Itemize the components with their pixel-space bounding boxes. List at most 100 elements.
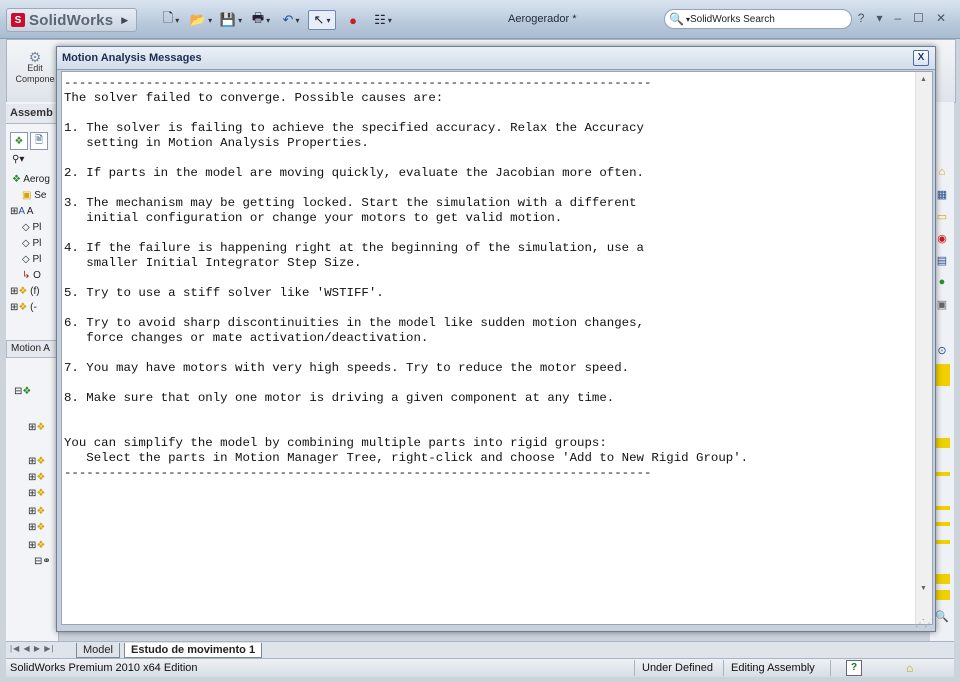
motion-tree-item[interactable]: ⊞❖ — [28, 488, 45, 499]
tree-item[interactable]: ↳ O — [22, 270, 41, 281]
tree-item-label: (- — [30, 302, 37, 313]
component-icon: ❖ — [36, 506, 46, 517]
timeline-marker — [936, 574, 950, 584]
annotations-icon: A — [18, 206, 25, 217]
library-icon[interactable]: ▦ — [934, 186, 950, 202]
status-separator — [634, 660, 635, 676]
minimize-button[interactable]: – — [894, 11, 901, 25]
tab-nav-arrows-icon[interactable]: |◀ ◀ ▶ ▶| — [10, 644, 54, 653]
tree-item-label: A — [26, 206, 34, 217]
scroll-down-icon[interactable]: ▼ — [920, 585, 927, 592]
dialog-title: Motion Analysis Messages — [62, 52, 202, 64]
help-button[interactable]: ? — [858, 11, 865, 25]
expand-icon[interactable]: ⊙ — [934, 342, 950, 358]
timeline-marker — [936, 506, 950, 510]
feature-manager-panel: Assemb ❖ 🗎 ⚲▾ ❖ Aerog ▣ Se ⊞A A ◇ Pl ◇ P… — [6, 102, 59, 642]
print-button[interactable]: 🖶 ▾ — [248, 10, 274, 29]
dialog-title-bar[interactable]: Motion Analysis Messages X — [57, 47, 935, 70]
edit-component-button[interactable]: ⚙ Edit Compone — [11, 49, 59, 85]
motion-tree-item[interactable]: ⊞❖ — [28, 472, 45, 483]
help-dropdown-icon[interactable]: ▾ — [876, 11, 882, 25]
feature-tree-icon[interactable]: ❖ — [10, 132, 28, 150]
chevron-down-icon: ▾ — [387, 15, 392, 25]
new-document-button[interactable]: 🗋 ▾ — [158, 10, 184, 29]
tree-item[interactable]: ◇ Pl — [22, 254, 41, 265]
motion-tree-item[interactable]: ⊞❖ — [28, 506, 45, 517]
mates-icon: ⚭ — [42, 556, 51, 567]
motion-tree-root[interactable]: ⊟❖ — [14, 386, 31, 397]
print-icon: 🖶 — [251, 10, 265, 25]
tree-item-label: (f) — [30, 286, 40, 297]
home-icon[interactable]: ⌂ — [934, 164, 950, 180]
tree-item[interactable]: ⊞❖ (f) — [10, 286, 40, 297]
folder-icon[interactable]: ▭ — [934, 208, 950, 224]
zoom-icon[interactable]: 🔍 — [934, 608, 950, 624]
timeline-marker — [936, 522, 950, 526]
vertical-scrollbar[interactable]: ▲ ▼ — [915, 72, 932, 624]
solidworks-search-box[interactable]: 🔍 ▾ SolidWorks Search — [664, 9, 852, 29]
open-button[interactable]: 📂 ▾ — [188, 11, 214, 29]
search-placeholder: SolidWorks Search — [689, 13, 775, 25]
edit-component-icon: ⚙ — [28, 49, 42, 65]
quick-tips-button[interactable]: ? — [846, 660, 862, 676]
resize-grip-icon[interactable]: ⋰⋰ — [915, 618, 934, 629]
edit-component-label: Edit Compone — [15, 63, 55, 84]
motion-analysis-tab[interactable]: Motion A — [6, 340, 58, 358]
document-tabs: |◀ ◀ ▶ ▶| Model Estudo de movimento 1 — [6, 641, 954, 658]
solidworks-menu-button[interactable]: S SolidWorks ▶ — [6, 8, 138, 32]
scroll-up-icon[interactable]: ▲ — [920, 76, 927, 83]
tree-root[interactable]: ❖ Aerog — [12, 174, 50, 185]
app-logo-text: SolidWorks — [29, 11, 114, 29]
properties-icon[interactable]: ▣ — [934, 296, 950, 312]
title-bar: S SolidWorks ▶ 🗋 ▾ 📂 ▾ 💾 ▾ 🖶 ▾ ↶ ▾ ↖ ▾ ● ☷ ▾ Ae… — [0, 0, 960, 39]
motion-tree-item[interactable]: ⊞❖ — [28, 540, 45, 551]
assembly-tab[interactable]: Assemb — [6, 104, 58, 124]
window-controls: ? ▾ – ☐ ✕ — [858, 11, 946, 25]
message-line: 5. Try to use a stiff solver like 'WSTIF… — [64, 286, 384, 300]
appearance-icon[interactable]: ◉ — [934, 230, 950, 246]
undo-button[interactable]: ↶ ▾ — [278, 11, 304, 29]
traffic-light-icon: ● — [349, 12, 357, 28]
tree-item[interactable]: ⊞❖ (- — [10, 302, 37, 313]
motion-tree-item[interactable]: ⊞❖ — [28, 522, 45, 533]
motion-tree-item[interactable]: ⊞❖ — [28, 422, 45, 433]
dialog-close-button[interactable]: X — [913, 50, 929, 66]
plane-icon: ◇ — [22, 238, 30, 249]
tree-item[interactable]: ▣ Se — [22, 190, 46, 201]
motion-tree-item[interactable]: ⊞❖ — [28, 456, 45, 467]
save-button[interactable]: 💾 ▾ — [218, 11, 244, 29]
tree-item[interactable]: ⊞A A — [10, 206, 33, 217]
scene-icon[interactable]: ● — [934, 274, 950, 290]
component-icon: ❖ — [36, 422, 46, 433]
timeline-marker — [936, 438, 950, 448]
quick-access-toolbar: 🗋 ▾ 📂 ▾ 💾 ▾ 🖶 ▾ ↶ ▾ ↖ ▾ ● ☷ ▾ — [158, 10, 396, 30]
motion-analysis-messages-dialog: Motion Analysis Messages X -------------… — [56, 46, 936, 632]
mates-item[interactable]: ⊟⚭ — [34, 556, 51, 567]
menu-arrow-icon: ▶ — [121, 14, 129, 25]
message-line: 4. If the failure is happening right at … — [64, 241, 644, 255]
chevron-down-icon: ▾ — [175, 15, 180, 25]
tree-item[interactable]: ◇ Pl — [22, 238, 41, 249]
tab-model[interactable]: Model — [76, 643, 120, 658]
message-line: The solver failed to converge. Possible … — [64, 91, 444, 105]
filter-icon[interactable]: ⚲▾ — [12, 154, 24, 165]
options-button[interactable]: ☷ ▾ — [370, 11, 396, 29]
timeline-marker — [936, 540, 950, 544]
rebuild-button[interactable]: ● — [340, 11, 366, 29]
undo-icon: ↶ — [282, 12, 294, 27]
chevron-down-icon: ▾ — [326, 15, 331, 25]
select-button[interactable]: ↖ ▾ — [308, 10, 336, 30]
tag-icon[interactable]: ⌂ — [906, 661, 913, 675]
timeline-marker — [936, 590, 950, 600]
tab-motion-study[interactable]: Estudo de movimento 1 — [124, 643, 263, 658]
message-line: ----------------------------------------… — [64, 466, 652, 480]
chevron-down-icon: ▾ — [238, 15, 243, 25]
tree-item[interactable]: ◇ Pl — [22, 222, 41, 233]
maximize-button[interactable]: ☐ — [913, 11, 924, 25]
palette-icon[interactable]: ▤ — [934, 252, 950, 268]
property-manager-icon[interactable]: 🗎 — [30, 132, 48, 150]
chevron-down-icon: ▾ — [266, 15, 271, 25]
message-text-area[interactable]: ----------------------------------------… — [61, 71, 933, 625]
message-content: ----------------------------------------… — [64, 76, 910, 481]
close-window-button[interactable]: ✕ — [936, 11, 946, 25]
